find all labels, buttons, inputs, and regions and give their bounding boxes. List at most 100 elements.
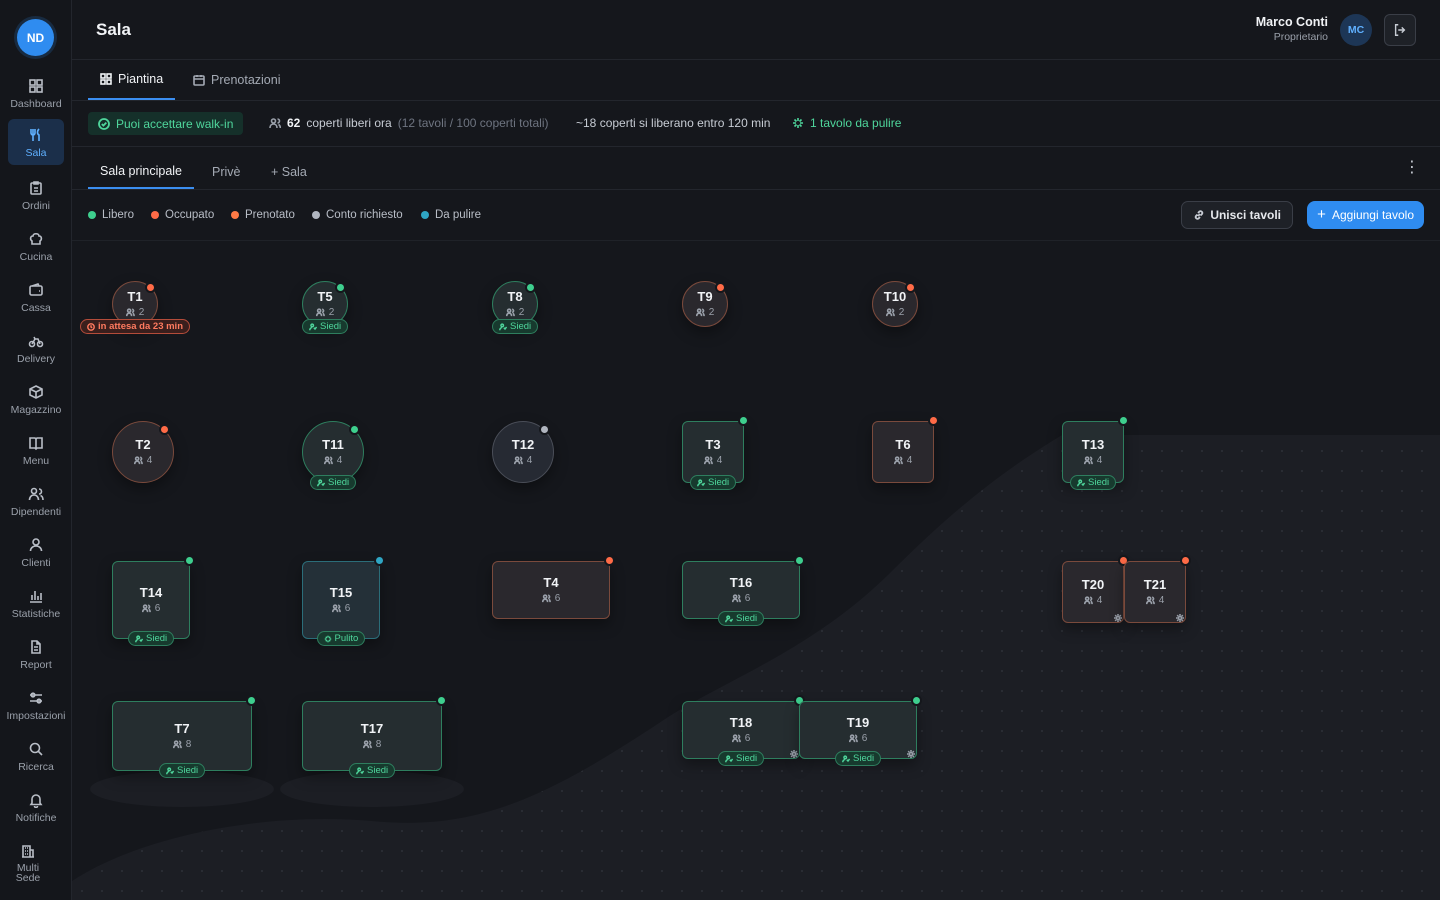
sidebar-item-sala[interactable]: Sala (8, 119, 64, 165)
workspace-avatar[interactable]: ND (17, 19, 54, 56)
sidebar-item-cucina[interactable]: Cucina (0, 229, 72, 275)
sidebar-item-menu[interactable]: Menu (0, 433, 72, 479)
table-t14[interactable]: T14 6 (112, 561, 190, 639)
grid-icon (100, 73, 112, 85)
user-avatar[interactable]: MC (1340, 14, 1372, 46)
table-t7[interactable]: T7 8 (112, 701, 252, 771)
free-seats-detail: (12 tavoli / 100 coperti totali) (397, 116, 549, 130)
status-dot (1180, 555, 1191, 566)
status-dot (794, 555, 805, 566)
sidebar-item-notifiche[interactable]: Notifiche (0, 790, 72, 836)
sidebar-item-dipendenti[interactable]: Dipendenti (0, 484, 72, 530)
sidebar-item-label: Report (20, 659, 52, 671)
table-t15[interactable]: T15 6 (302, 561, 380, 639)
status-dot (151, 211, 159, 219)
seat-badge[interactable]: Siedi (349, 763, 396, 778)
clean-stat[interactable]: 1 tavolo da pulire (792, 116, 901, 130)
seat-badge[interactable]: Siedi (835, 751, 882, 766)
badge-label: Siedi (736, 753, 758, 764)
sidebar-item-report[interactable]: Report (0, 637, 72, 683)
sidebar-item-delivery[interactable]: Delivery (0, 331, 72, 377)
table-name: T13 (1081, 437, 1105, 452)
table-name: T21 (1143, 577, 1167, 592)
sidebar-item-statistiche[interactable]: Statistiche (0, 586, 72, 632)
status-dot (348, 424, 360, 436)
gear-icon[interactable] (1175, 612, 1185, 622)
table-seats: 4 (1083, 595, 1102, 606)
users-icon (28, 487, 44, 501)
badge-label: Siedi (320, 321, 342, 332)
seat-badge[interactable]: Siedi (128, 631, 175, 646)
table-t17[interactable]: T17 8 (302, 701, 442, 771)
seat-badge[interactable]: Siedi (690, 475, 737, 490)
users-icon (172, 740, 182, 749)
table-t6[interactable]: T6 4 (872, 421, 934, 483)
tab-prenotazioni[interactable]: Prenotazioni (193, 60, 281, 100)
table-seats: 2 (315, 307, 334, 318)
status-dot (145, 281, 157, 293)
floor-plan[interactable]: T1 2 in attesa da 23 min T5 2 Siedi T8 2 Siedi T9… (72, 241, 1440, 900)
table-t13[interactable]: T13 4 (1062, 421, 1124, 483)
sidebar-item-label: Ricerca (18, 761, 54, 773)
add-room-button[interactable]: + Sala (271, 155, 307, 189)
free-seats-count: 62 (287, 116, 301, 130)
gear-icon[interactable] (906, 748, 916, 758)
sidebar-item-label: Menu (22, 455, 50, 467)
user-icon (29, 538, 43, 552)
legend-label: Occupato (165, 209, 215, 221)
sidebar-item-label: Dipendenti (10, 506, 62, 518)
badge-label: Siedi (367, 765, 389, 776)
table-seats: 4 (893, 455, 912, 466)
table-t4[interactable]: T4 6 (492, 561, 610, 619)
users-icon (1083, 456, 1093, 465)
table-seats: 8 (362, 739, 381, 750)
status-dot (1118, 415, 1129, 426)
seat-badge[interactable]: Siedi (718, 611, 765, 626)
user-name: Marco Conti (1255, 15, 1328, 29)
legend-prenotato: Prenotato (231, 209, 295, 221)
gear-icon-svg (1114, 614, 1122, 622)
seat-badge[interactable]: Siedi (1070, 475, 1117, 490)
sidebar-item-ricerca[interactable]: Ricerca (0, 739, 72, 785)
sidebar-item-cassa[interactable]: Cassa (0, 280, 72, 326)
sidebar-item-impostazioni[interactable]: Impostazioni (0, 688, 72, 734)
waiting-badge: in attesa da 23 min (80, 319, 191, 334)
seat-user-icon (725, 754, 733, 762)
table-t3[interactable]: T3 4 (682, 421, 744, 483)
gear-icon[interactable] (1113, 612, 1123, 622)
user-role: Proprietario (1273, 31, 1328, 43)
room-tabs: Sala principale Privè + Sala ⋮ (72, 147, 1440, 190)
sidebar-item-clienti[interactable]: Clienti (0, 535, 72, 581)
seat-badge[interactable]: Siedi (492, 319, 539, 334)
table-seats: 4 (133, 455, 152, 466)
badge-label: Pulito (334, 633, 359, 644)
sidebar-item-label: Magazzino (10, 404, 62, 416)
tab-piantina[interactable]: Piantina (88, 60, 176, 100)
logout-button[interactable] (1384, 14, 1416, 46)
sidebar-item-magazzino[interactable]: Magazzino (0, 382, 72, 428)
sidebar-item-multi-sede[interactable]: Multi Sede (0, 841, 64, 887)
room-tab-sala-principale[interactable]: Sala principale (88, 155, 194, 189)
room-tab-prive[interactable]: Privè (212, 155, 240, 189)
logout-icon (1394, 24, 1406, 36)
seat-badge[interactable]: Siedi (310, 475, 357, 490)
gear-icon-svg (907, 750, 915, 758)
badge-label: Siedi (736, 613, 758, 624)
release-stat: ~18 coperti si liberano entro 120 min (576, 116, 771, 130)
more-options-icon[interactable]: ⋮ (1404, 160, 1420, 177)
seat-badge[interactable]: Siedi (159, 763, 206, 778)
merge-tables-button[interactable]: Unisci tavoli (1181, 201, 1293, 229)
sidebar-item-ordini[interactable]: Ordini (0, 178, 72, 224)
sparkle-icon (324, 635, 331, 642)
add-table-button[interactable]: + Aggiungi tavolo (1307, 201, 1424, 229)
seat-badge[interactable]: Siedi (718, 751, 765, 766)
seat-badge[interactable]: Siedi (302, 319, 349, 334)
view-tabs: Piantina Prenotazioni (72, 60, 1440, 101)
sidebar-item-dashboard[interactable]: Dashboard (0, 76, 72, 122)
gear-icon[interactable] (789, 748, 799, 758)
bar-chart-icon (30, 591, 42, 603)
legend-da-pulire: Da pulire (421, 209, 481, 221)
seat-count: 2 (708, 307, 715, 318)
seat-badge[interactable]: Pulito (316, 631, 366, 646)
table-seats: 6 (141, 603, 160, 614)
